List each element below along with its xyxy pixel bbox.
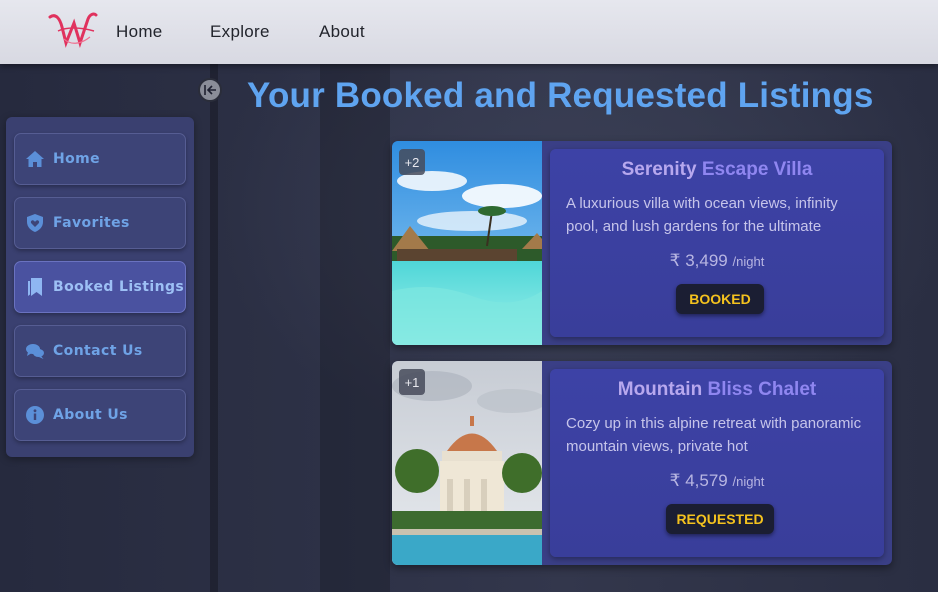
- listing-title-first: Mountain: [617, 379, 703, 400]
- nav-about[interactable]: About: [319, 0, 365, 64]
- price-unit: /night: [732, 474, 765, 489]
- top-navbar: Home Explore About: [0, 0, 938, 64]
- bookmark-icon: [28, 278, 42, 296]
- nav-home[interactable]: Home: [116, 0, 163, 64]
- home-icon: [26, 151, 44, 167]
- nav-explore[interactable]: Explore: [210, 0, 270, 64]
- chat-icon: [26, 344, 44, 359]
- status-badge: REQUESTED: [666, 504, 774, 534]
- collapse-sidebar-button[interactable]: [198, 78, 222, 102]
- price-value: ₹ 3,499: [669, 251, 728, 270]
- shield-heart-icon: [27, 214, 43, 232]
- sidebar-item-label: About Us: [53, 407, 128, 423]
- sidebar-item-about-us[interactable]: About Us: [14, 389, 186, 441]
- extra-photos-badge[interactable]: +2: [399, 149, 425, 175]
- info-icon: [26, 406, 44, 424]
- sidebar-item-home[interactable]: Home: [14, 133, 186, 185]
- listing-photo[interactable]: +2: [392, 141, 542, 345]
- listing-title[interactable]: Mountain Bliss Chalet: [550, 379, 884, 401]
- price-value: ₹ 4,579: [669, 471, 728, 490]
- background-shadow: [320, 64, 390, 592]
- listing-photo[interactable]: +1: [392, 361, 542, 565]
- price-unit: /night: [732, 254, 765, 269]
- listing-info: Serenity Escape Villa A luxurious villa …: [550, 149, 884, 337]
- sidebar-item-label: Home: [53, 151, 101, 167]
- listing-price: ₹ 4,579 /night: [550, 471, 884, 491]
- sidebar-item-favorites[interactable]: Favorites: [14, 197, 186, 249]
- sidebar: Home Favorites Booked Listings Contact U…: [6, 117, 194, 457]
- listing-title-first: Serenity: [621, 159, 697, 180]
- brand-logo[interactable]: [46, 9, 98, 49]
- listing-description: A luxurious villa with ocean views, infi…: [566, 195, 838, 235]
- arrow-left-to-line-icon: [204, 85, 216, 95]
- status-badge: BOOKED: [676, 284, 764, 314]
- listing-title-rest: Bliss Chalet: [707, 379, 817, 400]
- listing-description: Cozy up in this alpine retreat with pano…: [566, 415, 862, 455]
- listing-title-rest: Escape Villa: [701, 159, 813, 180]
- background-shadow: [210, 64, 218, 592]
- extra-photos-badge[interactable]: +1: [399, 369, 425, 395]
- sidebar-item-label: Favorites: [53, 215, 130, 231]
- page-title: Your Booked and Requested Listings: [247, 76, 874, 115]
- sidebar-item-booked-listings[interactable]: Booked Listings: [14, 261, 186, 313]
- sidebar-item-label: Contact Us: [53, 343, 143, 359]
- listing-title[interactable]: Serenity Escape Villa: [550, 159, 884, 181]
- listing-card[interactable]: +2 Serenity Escape Villa A luxurious vil…: [392, 141, 892, 345]
- listing-info: Mountain Bliss Chalet Cozy up in this al…: [550, 369, 884, 557]
- sidebar-item-label: Booked Listings: [53, 279, 185, 295]
- sidebar-item-contact-us[interactable]: Contact Us: [14, 325, 186, 377]
- listing-card[interactable]: +1 Mountain Bliss Chalet Cozy up in this…: [392, 361, 892, 565]
- listing-price: ₹ 3,499 /night: [550, 251, 884, 271]
